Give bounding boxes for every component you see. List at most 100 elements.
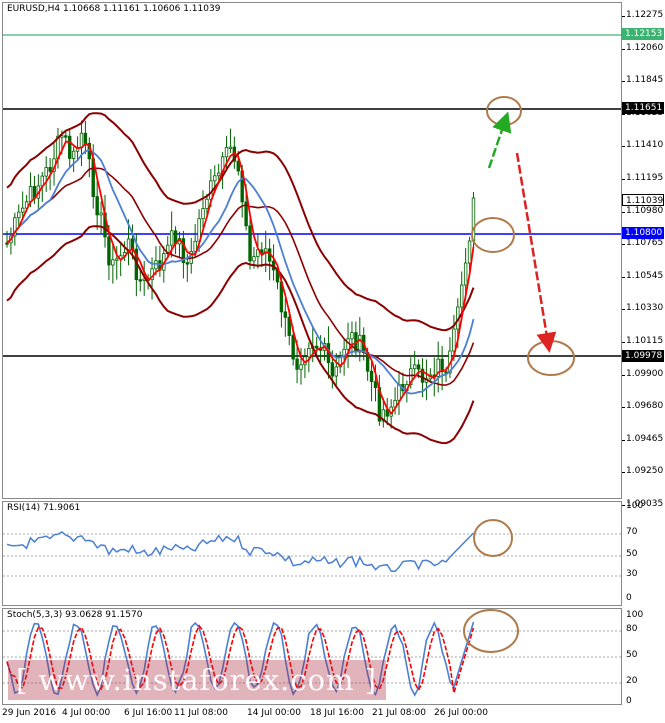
candle-body [330, 362, 335, 377]
time-tick-label: 29 Jun 2016 [2, 708, 57, 718]
candle-body [28, 186, 33, 203]
candle-body [228, 146, 233, 149]
time-tick-label: 11 Jul 08:00 [174, 708, 228, 718]
level-label-blue: 1.10800 [622, 227, 664, 239]
candle-body [307, 347, 311, 358]
candle-body [314, 345, 319, 349]
time-tick-label: 26 Jul 00:00 [434, 708, 488, 718]
rsi-highlight-circle [473, 519, 513, 557]
bollinger-middle [6, 167, 475, 386]
indicator-tick-label: 30 [626, 569, 638, 579]
price-chart-panel[interactable]: EURUSD,H4 1.10668 1.11161 1.10606 1.1103… [2, 2, 622, 499]
price-tick-label: 1.09900 [626, 368, 664, 379]
price-tick [622, 16, 625, 17]
price-tick [622, 472, 625, 474]
price-tick [622, 374, 625, 376]
time-tick-label: 18 Jul 16:00 [310, 708, 364, 718]
price-tick [622, 244, 625, 246]
candle-body [201, 208, 205, 220]
candle-body [463, 262, 468, 286]
candle-body [68, 135, 72, 159]
level-label-lower: 1.09978 [622, 350, 664, 362]
chart-symbol-title: EURUSD,H4 1.10668 1.11161 1.10606 1.1103… [7, 4, 221, 14]
candle-body [248, 225, 252, 262]
indicator-tick-label: 70 [626, 527, 638, 537]
candle-body [291, 335, 295, 360]
candle-body [64, 135, 68, 138]
candle-body [99, 212, 103, 216]
candle-body [283, 311, 288, 318]
price-tick-label: 1.11195 [626, 173, 664, 183]
candle-body [412, 364, 417, 370]
price-tick [622, 342, 625, 343]
price-tick-label: 1.10980 [626, 205, 664, 216]
indicator-tick-label: 100 [626, 610, 644, 620]
level-label-upper: 1.11651 [622, 102, 664, 114]
candle-body [252, 256, 256, 262]
candle-body [17, 211, 21, 219]
candle-body [185, 262, 190, 265]
price-tick [622, 276, 625, 278]
price-tick-label: 1.10330 [626, 303, 664, 314]
bollinger-lower [6, 225, 475, 445]
candle-body [71, 150, 76, 159]
price-tick-label: 1.12275 [626, 10, 664, 20]
candle-body [48, 167, 52, 172]
indicator-tick-label: 80 [626, 624, 638, 634]
candle-body [20, 207, 25, 213]
indicator-tick-label: 0 [626, 593, 632, 603]
price-tick [622, 81, 625, 83]
arrow-up-icon [487, 111, 512, 169]
candle-body [460, 284, 464, 308]
price-tick-label: 1.11410 [626, 140, 664, 151]
candle-body [154, 260, 158, 270]
level-label-green: 1.12153 [622, 28, 664, 40]
time-axis: 29 Jun 2016 4 Jul 00:00 6 Jul 16:00 11 Jul … [0, 706, 622, 723]
candle-body [350, 332, 354, 340]
target-circle-middle [471, 217, 515, 253]
price-axis: 1.122751.120601.118451.116251.114101.111… [622, 0, 665, 509]
rsi-title: RSI(14) 71.9061 [7, 503, 81, 513]
price-tick [622, 439, 625, 441]
indicator-tick-label: 100 [626, 501, 644, 511]
rsi-axis: 100 70 50 30 0 [622, 501, 665, 606]
bollinger-upper [6, 112, 475, 332]
moving-average-blue [6, 148, 475, 395]
candle-body [213, 175, 217, 182]
candle-body [79, 132, 84, 148]
indicator-tick-label: 0 [626, 696, 632, 706]
time-tick-label: 21 Jul 08:00 [372, 708, 426, 718]
price-tick [622, 48, 625, 50]
stochastic-axis: 100 80 50 20 0 [622, 608, 665, 706]
candle-body [205, 198, 209, 209]
candle-body [107, 236, 111, 266]
price-tick-label: 1.10765 [626, 238, 664, 249]
candle-body [216, 172, 221, 177]
indicator-tick-label: 50 [626, 650, 638, 660]
moving-average-red [6, 140, 475, 415]
arrow-down-icon [515, 152, 557, 353]
candle-body [44, 167, 48, 177]
candle-body [138, 279, 142, 282]
target-circle-lower [527, 340, 575, 376]
candle-body [416, 364, 421, 370]
candle-body [373, 381, 378, 388]
candle-body [295, 358, 299, 370]
time-tick-label: 6 Jul 16:00 [124, 708, 173, 718]
price-tick-label: 1.09680 [626, 401, 664, 412]
indicator-tick-label: 20 [626, 676, 638, 686]
rsi-panel[interactable]: RSI(14) 71.9061 [2, 501, 622, 606]
price-tick-label: 1.09250 [626, 466, 664, 477]
price-chart-canvas [3, 34, 621, 445]
candle-body [224, 147, 229, 158]
candle-body [299, 364, 303, 370]
price-tick-label: 1.12060 [626, 42, 664, 53]
price-tick [622, 211, 625, 213]
price-tick [622, 146, 625, 148]
price-tick-label: 1.09465 [626, 433, 664, 444]
price-tick [622, 407, 625, 409]
indicator-tick-label: 50 [626, 549, 638, 559]
price-tick [622, 179, 625, 180]
candle-body [130, 238, 135, 250]
time-tick-label: 4 Jul 00:00 [62, 708, 111, 718]
